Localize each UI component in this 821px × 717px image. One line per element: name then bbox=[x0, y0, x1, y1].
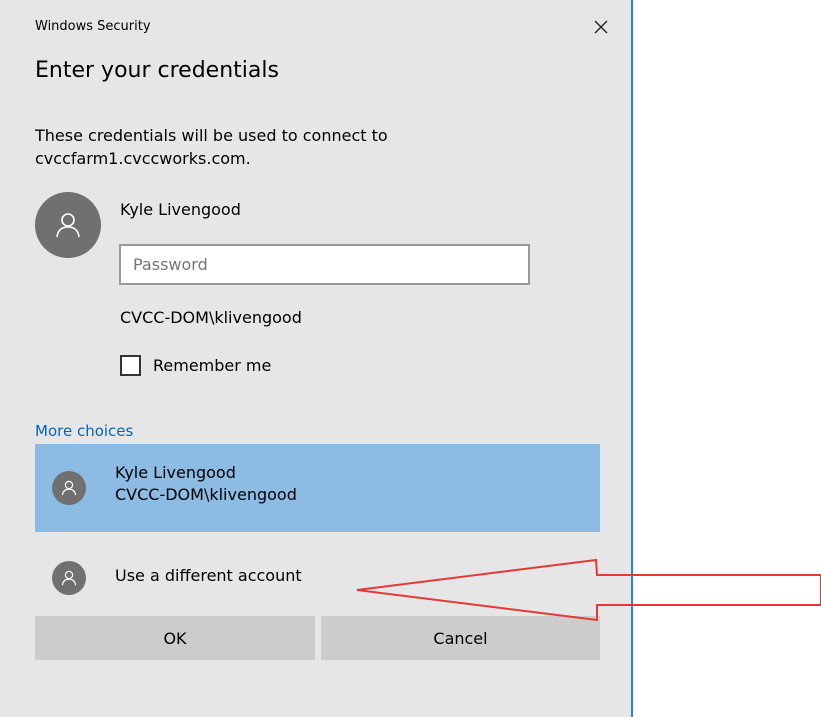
account-avatar bbox=[52, 561, 86, 595]
user-name: Kyle Livengood bbox=[120, 200, 241, 219]
person-icon bbox=[61, 570, 77, 586]
account-detail: CVCC-DOM\klivengood bbox=[115, 485, 297, 504]
screen: Windows Security Enter your credentials … bbox=[0, 0, 821, 717]
domain-account: CVCC-DOM\klivengood bbox=[120, 308, 302, 327]
dialog-heading: Enter your credentials bbox=[35, 58, 279, 83]
account-option-kyle[interactable]: Kyle Livengood CVCC-DOM\klivengood bbox=[35, 444, 600, 532]
credentials-dialog: Windows Security Enter your credentials … bbox=[0, 0, 633, 717]
dialog-description: These credentials will be used to connec… bbox=[35, 126, 388, 168]
ok-button[interactable]: OK bbox=[35, 616, 315, 660]
remember-me-checkbox[interactable]: Remember me bbox=[120, 355, 271, 376]
use-different-account-option[interactable]: Use a different account bbox=[35, 548, 600, 608]
person-icon bbox=[61, 480, 77, 496]
user-avatar bbox=[35, 192, 101, 258]
remember-me-label: Remember me bbox=[153, 356, 272, 375]
account-name: Kyle Livengood bbox=[115, 463, 236, 482]
account-avatar bbox=[52, 471, 86, 505]
close-icon bbox=[594, 20, 608, 34]
window-title: Windows Security bbox=[35, 19, 151, 34]
cancel-button[interactable]: Cancel bbox=[321, 616, 600, 660]
more-choices-link[interactable]: More choices bbox=[35, 422, 133, 440]
person-icon bbox=[56, 213, 80, 238]
close-button[interactable] bbox=[584, 12, 618, 42]
checkbox-box[interactable] bbox=[120, 355, 141, 376]
use-different-account-label: Use a different account bbox=[115, 566, 302, 585]
password-input[interactable] bbox=[119, 244, 530, 285]
